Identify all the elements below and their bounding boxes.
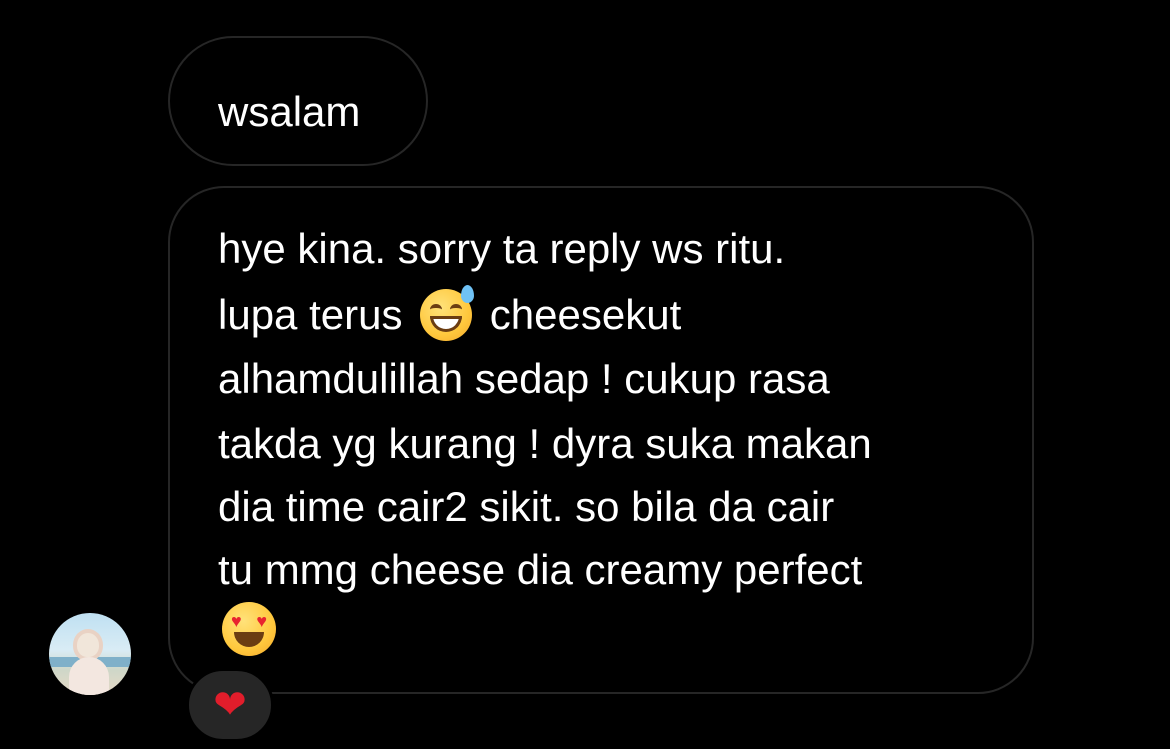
avatar[interactable] [49, 613, 131, 695]
emoji-mouth [234, 632, 264, 647]
heart-eye-icon: ♥ [256, 611, 267, 631]
avatar-body [69, 657, 109, 695]
message-line-2-text-end: cheesekut [489, 291, 682, 338]
message-line-3: alhamdulillah sedap ! cukup rasa [218, 355, 830, 402]
message-text: wsalam [218, 88, 361, 135]
emoji-eye [430, 304, 443, 315]
emoji-eye [450, 304, 463, 315]
message-bubble-long[interactable]: hye kina. sorry ta reply ws ritu. lupa t… [168, 186, 1034, 694]
avatar-head [77, 633, 99, 657]
heart-reaction[interactable]: ❤ [186, 668, 274, 742]
message-line-2: lupa terus cheesekut [218, 285, 682, 341]
grinning-face-with-sweat-icon [420, 285, 475, 341]
message-line-6: tu mmg cheese dia creamy perfect [218, 546, 863, 593]
heart-eye-icon: ♥ [231, 611, 242, 631]
smiling-face-with-heart-eyes-icon: ♥ ♥ [222, 602, 276, 656]
message-line-5: dia time cair2 sikit. so bila da cair [218, 483, 835, 530]
message-line-7: ♥ ♥ [218, 600, 276, 667]
emoji-mouth [430, 316, 463, 332]
message-line-2-text: lupa terus [218, 291, 403, 338]
red-heart-icon: ❤ [213, 682, 247, 728]
message-line-1: hye kina. sorry ta reply ws ritu. [218, 225, 786, 272]
message-bubble-wsalam[interactable]: wsalam [168, 36, 428, 166]
sweat-drop-icon [461, 285, 475, 303]
message-line-4: takda yg kurang ! dyra suka makan [218, 420, 872, 467]
